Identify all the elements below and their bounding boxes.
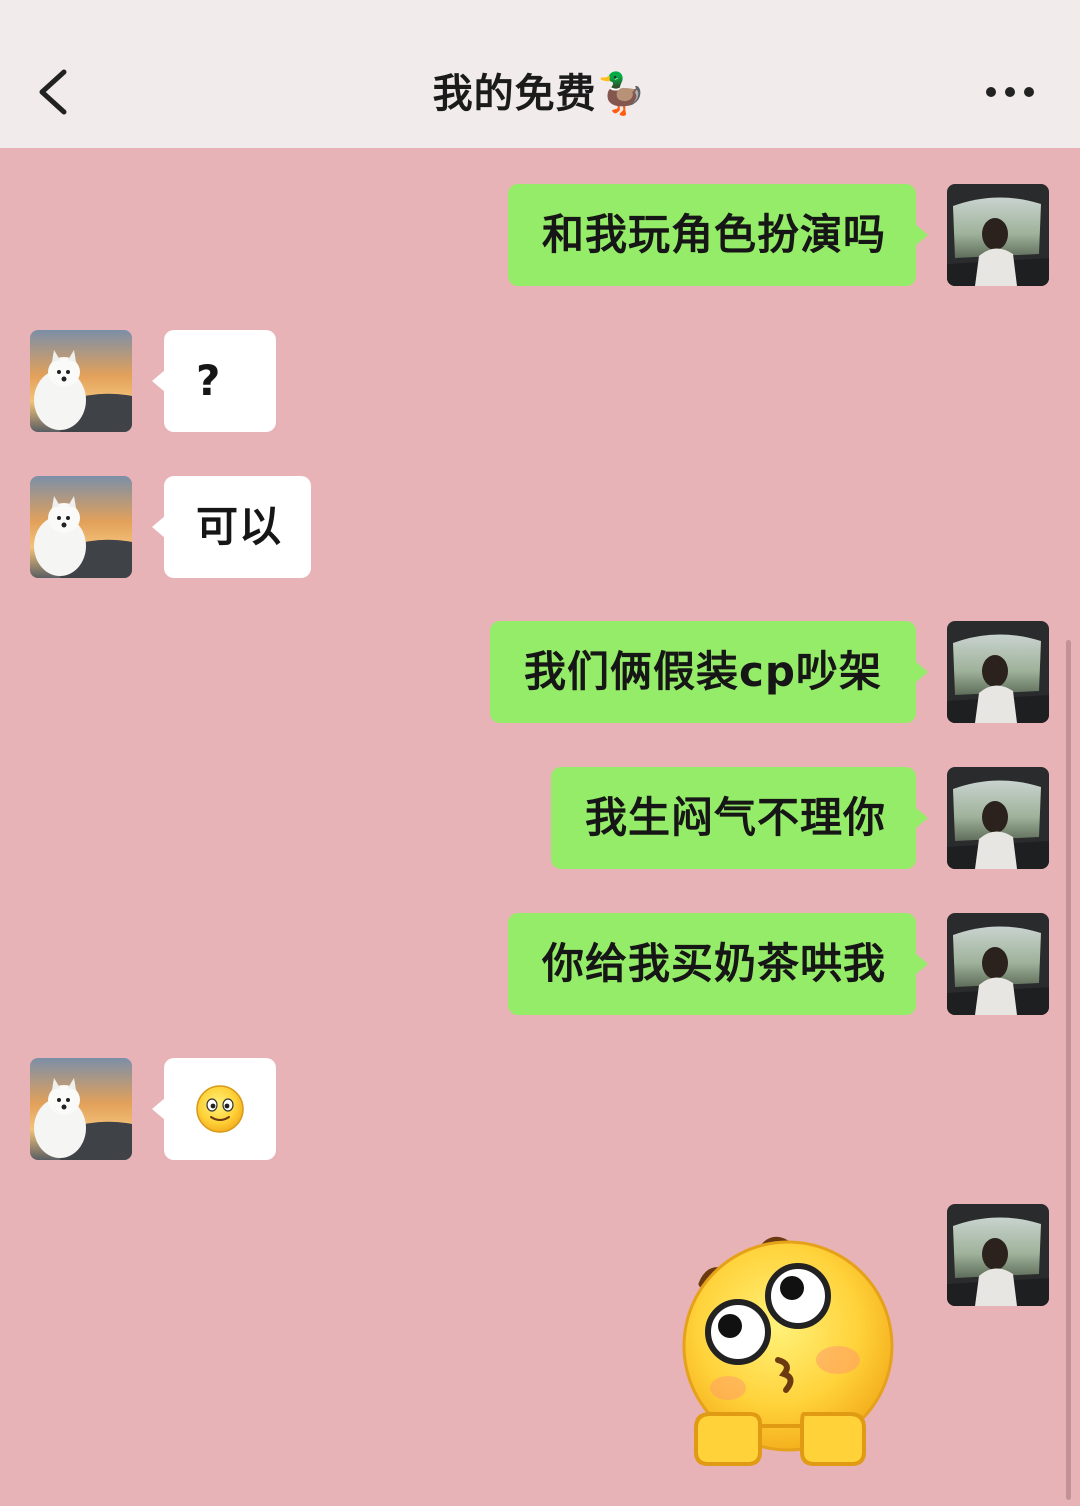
chat-title: 我的免费🦆 <box>432 71 648 117</box>
more-dots-icon[interactable] <box>984 80 1036 104</box>
samoyed-sunset-avatar[interactable] <box>30 330 132 432</box>
message-bubble-sent[interactable]: 你给我买奶茶哄我 <box>508 913 928 1015</box>
message-bubble-sent[interactable]: 和我玩角色扮演吗 <box>508 184 928 286</box>
message-bubble-sent[interactable]: 我们俩假装cp吵架 <box>490 621 928 723</box>
girl-in-car-avatar[interactable] <box>947 621 1049 723</box>
girl-in-car-avatar[interactable] <box>947 913 1049 1015</box>
samoyed-sunset-avatar[interactable] <box>30 1058 132 1160</box>
nav-bar: 我的免费🦆 <box>0 0 1080 148</box>
samoyed-sunset-avatar[interactable] <box>30 476 132 578</box>
message-bubble-received[interactable] <box>152 1058 276 1160</box>
girl-in-car-avatar[interactable] <box>947 767 1049 869</box>
message-bubble-sent[interactable]: 我生闷气不理你 <box>551 767 928 869</box>
girl-in-car-avatar[interactable] <box>947 184 1049 286</box>
pleading-emoji-sticker[interactable] <box>680 1222 902 1472</box>
girl-in-car-avatar[interactable] <box>947 1204 1049 1306</box>
smile-emoji <box>196 1085 244 1133</box>
message-bubble-received[interactable]: ? <box>152 330 276 432</box>
scrollbar[interactable] <box>1066 640 1071 1500</box>
message-bubble-received[interactable]: 可以 <box>152 476 311 578</box>
